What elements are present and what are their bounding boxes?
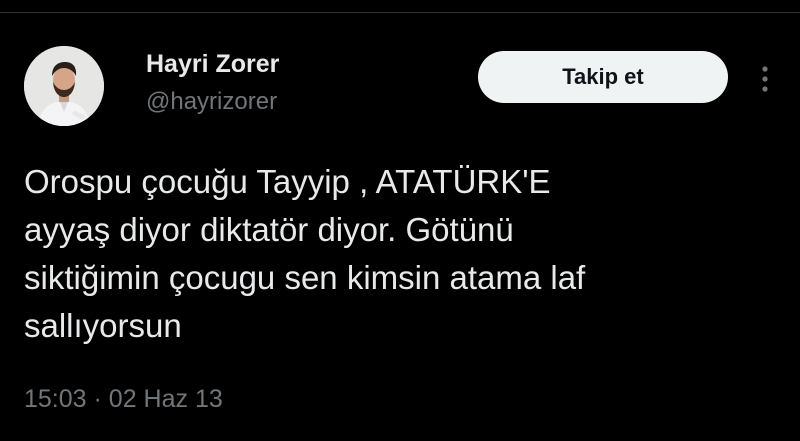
- more-vertical-icon[interactable]: [758, 64, 772, 94]
- tweet-card: Hayri Zorer @hayrizorer Takip et Orospu …: [0, 0, 800, 441]
- tweet-text: Orospu çocuğu Tayyip , ATATÜRK'E ayyaş d…: [24, 158, 764, 350]
- display-name[interactable]: Hayri Zorer: [146, 50, 279, 79]
- avatar[interactable]: [24, 46, 104, 126]
- tweet-text-line: siktiğimin çocugu sen kimsin atama laf: [24, 259, 586, 296]
- profile-photo-icon: [24, 46, 104, 126]
- tweet-text-line: ayyaş diyor diktatör diyor. Götünü: [24, 211, 514, 248]
- top-divider: [0, 12, 800, 13]
- timestamp-separator: ·: [93, 385, 102, 413]
- tweet-timestamp[interactable]: 15:03 · 02 Haz 13: [24, 385, 223, 414]
- tweet-text-line: Orospu çocuğu Tayyip , ATATÜRK'E: [24, 163, 551, 200]
- user-handle[interactable]: @hayrizorer: [146, 88, 277, 116]
- tweet-time[interactable]: 15:03: [24, 385, 87, 413]
- tweet-text-line: sallıyorsun: [24, 307, 182, 344]
- tweet-date[interactable]: 02 Haz 13: [109, 385, 223, 413]
- follow-button[interactable]: Takip et: [478, 51, 728, 103]
